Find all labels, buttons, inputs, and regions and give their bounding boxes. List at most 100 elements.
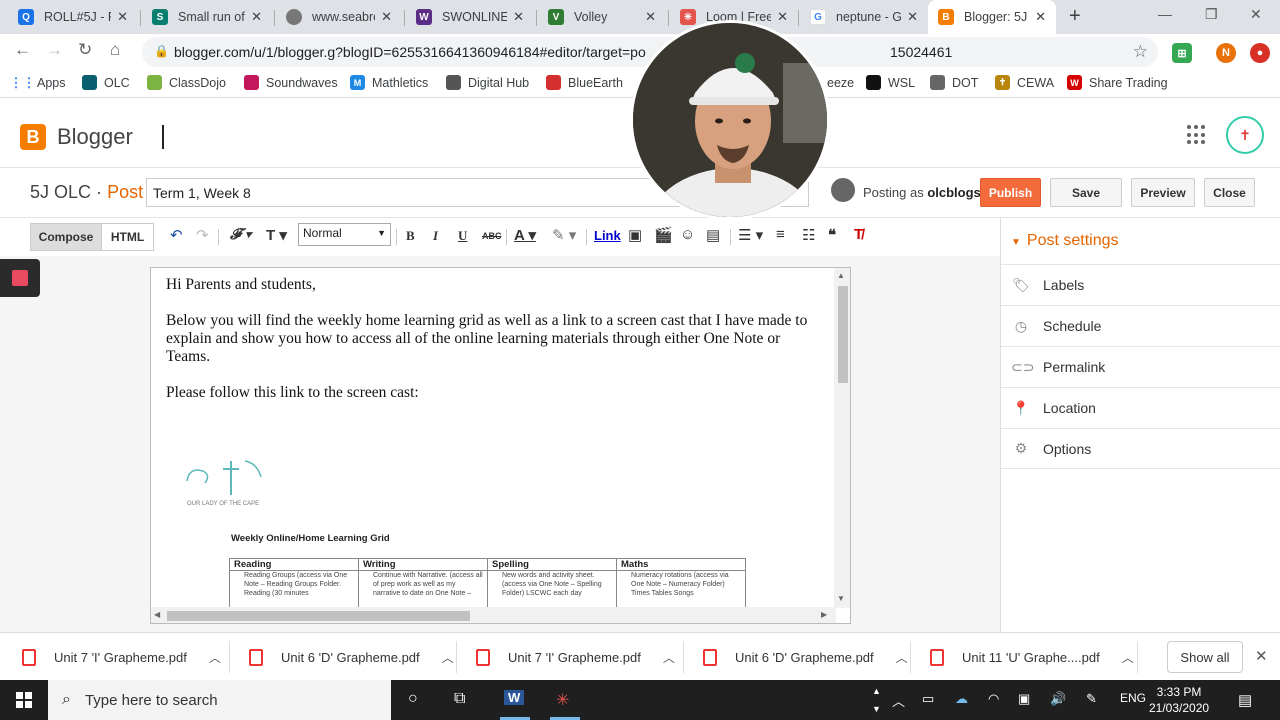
wifi-icon[interactable]: ◠ [988,691,999,707]
tab-close-icon[interactable]: ✕ [251,9,262,25]
chevron-up-icon[interactable]: ︿ [663,649,675,666]
scroll-right-icon[interactable]: ▶ [821,610,827,619]
extension-record-icon[interactable]: ● [1250,43,1270,63]
volume-icon[interactable]: 🔊 [1050,691,1066,707]
save-button[interactable]: Save [1050,178,1122,207]
preview-button[interactable]: Preview [1131,178,1195,207]
windows-start-icon[interactable] [16,692,32,708]
task-view-icon[interactable]: ⧉ [454,690,465,708]
account-avatar[interactable]: ✝ [1226,116,1264,154]
language-indicator[interactable]: ENG [1120,691,1146,705]
battery-icon[interactable]: ▭ [922,691,934,707]
bookmark-soundwaves[interactable]: Soundwaves [244,75,338,90]
bullet-list-icon[interactable]: ☷ [802,226,815,244]
bookmark-star-icon[interactable]: ☆ [1133,42,1148,62]
download-item[interactable]: Unit 7 'I' Grapheme.pdf ︿ [22,633,221,681]
editor-horizontal-scrollbar[interactable]: ◀ ▶ [151,607,836,623]
sidebar-item-schedule[interactable]: ◷ Schedule [1001,305,1280,346]
show-hidden-icons-icon[interactable]: ︿ [892,691,905,710]
browser-tab[interactable]: www.seabre ✕ [276,0,402,34]
word-app-icon[interactable]: W [504,690,525,705]
chevron-up-icon[interactable]: ︿ [442,649,454,666]
apps-grid-icon[interactable] [1187,125,1207,145]
bookmark-blueearth[interactable]: BlueEarth [546,75,623,90]
scroll-up-icon[interactable]: ▲ [837,271,845,280]
forward-icon[interactable]: → [46,40,63,60]
tab-close-icon[interactable]: ✕ [1035,9,1046,25]
sidebar-item-permalink[interactable]: ⊂⊃ Permalink [1001,346,1280,387]
window-close-icon[interactable]: ✕ [1250,6,1262,23]
tab-close-icon[interactable]: ✕ [513,9,524,25]
download-item[interactable]: Unit 6 'D' Grapheme.pdf ︿ [249,633,454,681]
scroll-down-icon[interactable]: ▼ [837,594,845,603]
sidebar-item-options[interactable]: ⚙ Options [1001,428,1280,469]
close-button[interactable]: Close [1204,178,1255,207]
post-editor[interactable]: Hi Parents and students, Below you will … [150,267,851,624]
tab-close-icon[interactable]: ✕ [381,9,392,25]
new-tab-button[interactable]: + [1069,5,1081,28]
bookmark-share-trading[interactable]: W Share Trading [1067,75,1168,90]
close-downloads-icon[interactable]: ✕ [1255,647,1268,665]
download-item[interactable]: Unit 6 'D' Grapheme.pdf ︿ [703,633,908,681]
restore-icon[interactable]: ❐ [1205,6,1218,23]
numbered-list-icon[interactable]: ≡ [776,226,785,243]
cortana-icon[interactable]: ○ [408,690,418,708]
compose-mode-button[interactable]: Compose [30,223,102,251]
tab-close-icon[interactable]: ✕ [645,9,656,25]
scroll-up-icon[interactable]: ▲ [872,686,881,696]
scroll-down-icon[interactable]: ▼ [872,704,881,714]
insert-image-icon[interactable]: ▣ [628,226,642,244]
html-mode-button[interactable]: HTML [101,223,154,251]
clear-formatting-icon[interactable]: T̸ [854,226,863,243]
link-button[interactable]: Link [594,228,621,243]
stop-recording-button[interactable] [0,259,40,297]
bookmark-wsl[interactable]: WSL [866,75,915,90]
undo-icon[interactable]: ↶ [170,226,183,244]
browser-tab[interactable]: S Small run of ✕ [142,0,272,34]
minimize-icon[interactable]: — [1158,6,1172,22]
chevron-up-icon[interactable]: ︿ [1122,649,1134,666]
scrollbar-thumb[interactable] [838,286,848,383]
post-body[interactable]: Hi Parents and students, Below you will … [166,276,826,420]
taskbar-search-box[interactable]: ⌕ Type here to search [48,680,391,720]
bookmark-olc[interactable]: OLC [82,75,130,90]
bookmark-digital-hub[interactable]: Digital Hub [446,75,529,90]
font-size-icon[interactable]: T ▾ [266,226,287,244]
chevron-up-icon[interactable]: ︿ [209,649,221,666]
back-icon[interactable]: ← [14,40,31,60]
insert-video-icon[interactable]: 🎬 [654,226,673,244]
home-icon[interactable]: ⌂ [110,40,120,60]
redo-icon[interactable]: ↷ [196,226,209,244]
text-color-icon[interactable]: A ▾ [514,226,536,244]
underline-icon[interactable]: U [458,228,467,244]
tab-close-icon[interactable]: ✕ [117,9,128,25]
bookmark-cewa[interactable]: ✝ CEWA [995,75,1054,90]
pen-icon[interactable]: ✎ [1086,691,1097,707]
profile-avatar[interactable]: N [1216,43,1236,63]
blog-name[interactable]: 5J OLC [30,182,91,202]
browser-tab[interactable]: V Volley ✕ [538,0,666,34]
download-item[interactable]: Unit 11 'U' Graphe....pdf ︿ [930,633,1134,681]
loom-app-icon[interactable]: ✳ [556,690,569,710]
scroll-left-icon[interactable]: ◀ [154,610,160,619]
scrollbar-thumb[interactable] [167,611,470,621]
italic-icon[interactable]: I [433,228,438,244]
browser-tab-active[interactable]: B Blogger: 5J C ✕ [928,0,1056,34]
camera-icon[interactable]: ▣ [1018,691,1030,707]
emoji-icon[interactable]: ☺ [680,226,695,243]
blogger-logo-icon[interactable]: B [20,124,46,150]
highlight-color-icon[interactable]: ✎ ▾ [552,226,576,244]
browser-tab[interactable]: W SWONLINE_ ✕ [406,0,534,34]
editor-vertical-scrollbar[interactable]: ▲ ▼ [834,268,850,608]
quote-icon[interactable]: ❝ [828,226,836,244]
onedrive-icon[interactable]: ☁ [955,691,968,707]
bookmark-apps[interactable]: ⋮⋮ Apps [10,75,66,90]
webcam-overlay[interactable] [630,20,830,220]
tab-close-icon[interactable]: ✕ [907,9,918,25]
browser-tab[interactable]: Q ROLL#5J - R ✕ [8,0,138,34]
taskbar-clock[interactable]: 3:33 PM 21/03/2020 [1149,684,1209,716]
jump-break-icon[interactable]: ▤ [706,226,720,244]
strikethrough-icon[interactable]: ABC [482,231,502,241]
bookmark-classdojo[interactable]: ClassDojo [147,75,226,90]
browser-tab[interactable]: G neptune - G ✕ [800,0,928,34]
